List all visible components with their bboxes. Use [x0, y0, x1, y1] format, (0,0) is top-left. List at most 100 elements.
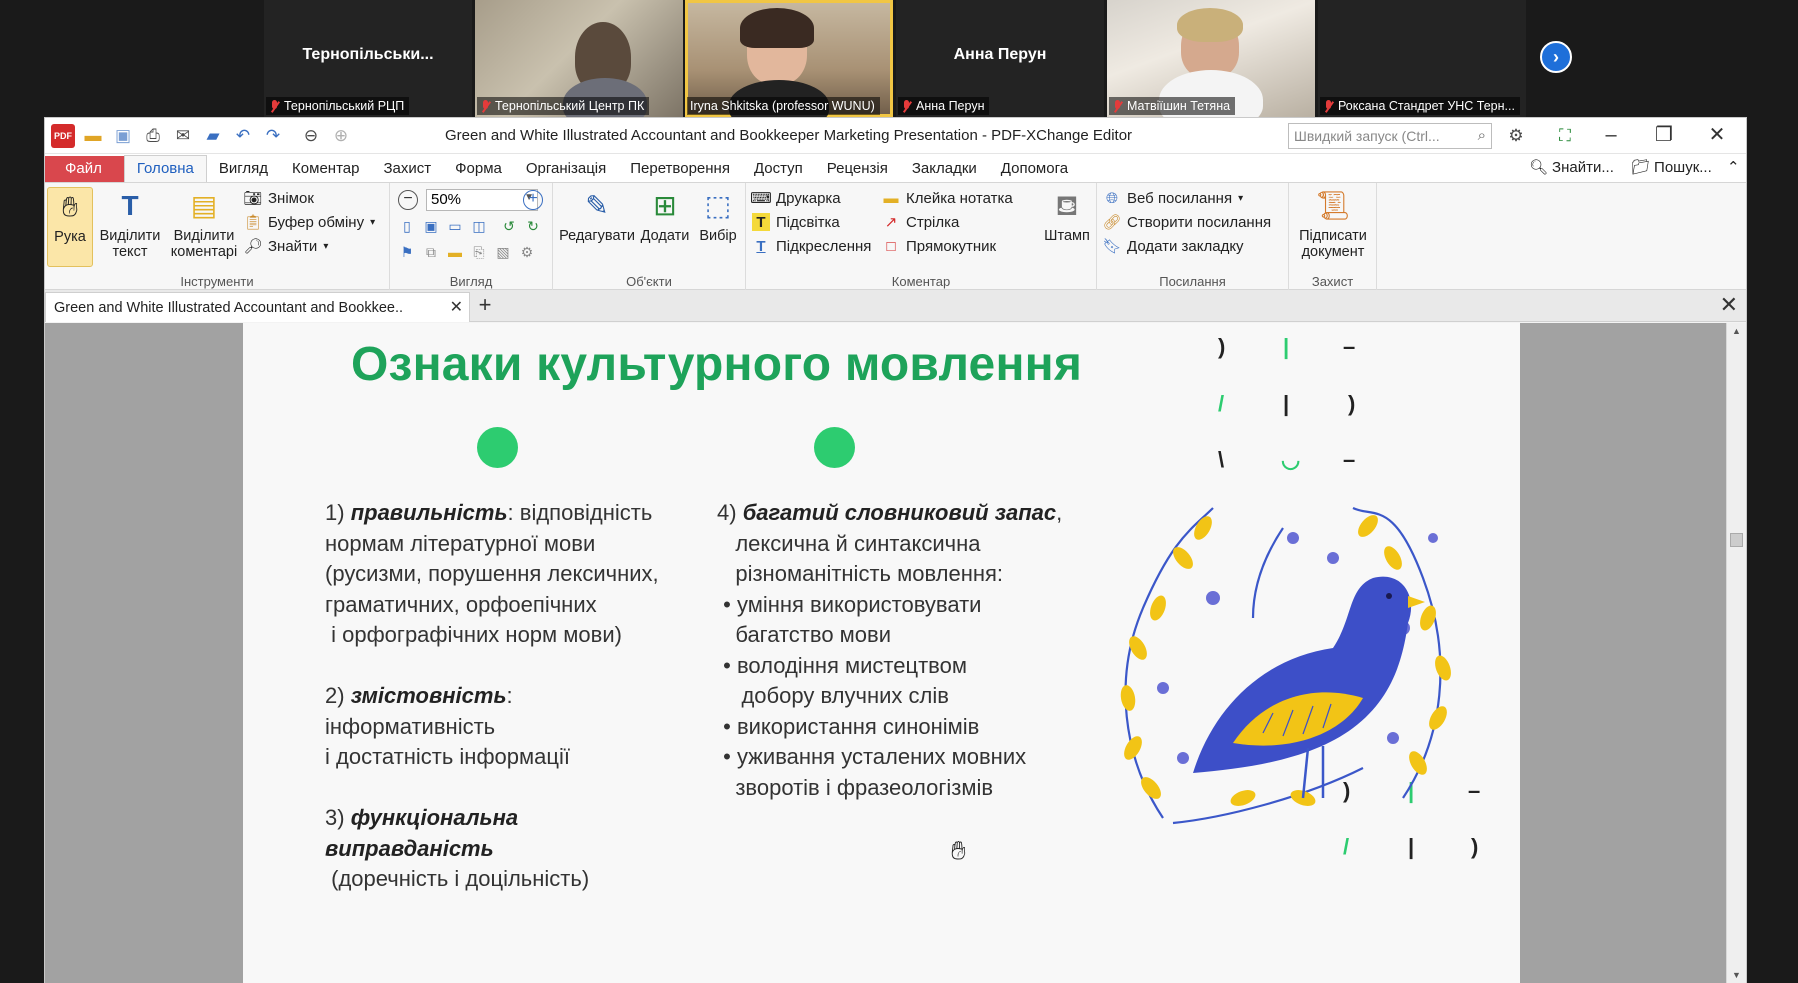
fullscreen-icon[interactable]: ⛶ — [1553, 124, 1577, 148]
restore-button[interactable]: ❐ — [1644, 124, 1684, 148]
typewriter-button[interactable]: ⌨ Друкарка — [750, 189, 840, 208]
mic-muted-icon — [1323, 99, 1335, 113]
tab-help[interactable]: Допомога — [989, 156, 1080, 182]
participant-tile[interactable]: Тернопільський Центр ПК — [475, 0, 683, 117]
select-comments-button[interactable]: ▤ Виділити коментарі — [165, 187, 243, 261]
settings-icon[interactable]: ⚙ — [1504, 124, 1528, 148]
bullet-item: уживання усталених мовних — [736, 744, 1027, 769]
zoom-select[interactable]: 50% ▼ — [426, 189, 538, 211]
chevron-right-icon[interactable]: › — [1540, 41, 1572, 73]
item-text: : відповідність — [507, 500, 653, 525]
sign-label-1: Підписати — [1299, 228, 1367, 244]
underline-button[interactable]: T Підкреслення — [752, 237, 871, 255]
web-links-button[interactable]: 🌐︎ Веб посилання ▾ — [1103, 189, 1243, 207]
tab-convert[interactable]: Перетворення — [618, 156, 742, 182]
actual-size-icon[interactable]: ▯ — [398, 217, 416, 235]
stamp-button[interactable]: ⛾ Штамп — [1040, 187, 1094, 245]
rotate-right-icon[interactable]: ↻ — [524, 217, 542, 235]
find-button[interactable]: 🔍︎ Знайти... — [1529, 158, 1614, 177]
vertical-scrollbar[interactable]: ▲ ▼ — [1726, 323, 1746, 983]
tab-file[interactable]: Файл — [45, 156, 124, 182]
participant-tile[interactable]: Роксана Стандрет УНС Терн... — [1318, 0, 1526, 117]
hand-tool-button[interactable]: ✋︎ Рука — [47, 187, 93, 267]
item-line: (русизми, порушення лексичних, — [325, 561, 659, 586]
tab-protect[interactable]: Захист — [371, 156, 443, 182]
pdf-page[interactable]: Ознаки культурного мовлення 1) правильні… — [243, 323, 1520, 983]
new-tab-icon[interactable]: + — [473, 294, 497, 318]
redo-icon[interactable]: ↷ — [261, 124, 285, 148]
select-button[interactable]: ⬚ Вибір — [693, 187, 743, 245]
find-icon: 🔍︎ — [1529, 159, 1549, 176]
scroll-up-icon[interactable]: ▲ — [1727, 323, 1746, 339]
tab-view[interactable]: Вигляд — [207, 156, 280, 182]
scan-icon[interactable]: ▰ — [201, 124, 225, 148]
document-viewport[interactable]: Ознаки культурного мовлення 1) правильні… — [45, 323, 1746, 983]
comments-icon[interactable]: ▬ — [446, 243, 464, 261]
zoom-in-icon[interactable]: + — [523, 190, 543, 210]
ribbon-group-links: 🌐︎ Веб посилання ▾ 🔗︎ Створити посилання 🔖︎… — [1097, 183, 1289, 291]
tab-review[interactable]: Рецензія — [815, 156, 900, 182]
participant-tile[interactable]: Анна Перун Анна Перун — [896, 0, 1104, 117]
app-logo-icon[interactable]: PDF — [51, 123, 75, 148]
signatures-icon[interactable]: ▧ — [494, 243, 512, 261]
highlight-button[interactable]: T Підсвітка — [752, 213, 840, 231]
tab-organize[interactable]: Організація — [514, 156, 618, 182]
create-link-button[interactable]: 🔗︎ Створити посилання — [1102, 213, 1271, 232]
stamp-label: Штамп — [1044, 228, 1090, 244]
fit-page-icon[interactable]: ▣ — [422, 217, 440, 235]
add-button[interactable]: ⊞ Додати — [639, 187, 691, 245]
save-icon[interactable]: ▣ — [111, 124, 135, 148]
attachment-icon[interactable]: ⎘ — [470, 243, 488, 261]
clipboard-button[interactable]: 📋︎ Буфер обміну ▾ — [243, 213, 375, 232]
close-document-icon[interactable]: ✕ — [1720, 294, 1738, 316]
mic-muted-icon — [480, 99, 492, 113]
search-icon[interactable]: ⌕ — [1478, 127, 1486, 144]
collapse-ribbon-icon[interactable]: ⌃ — [1727, 158, 1740, 176]
rectangle-button[interactable]: □ Прямокутник — [882, 237, 996, 255]
page-settings-icon[interactable]: ⚙ — [518, 243, 536, 261]
participant-tile[interactable]: Матвіїшин Тетяна — [1107, 0, 1315, 117]
tab-form[interactable]: Форма — [443, 156, 514, 182]
minimize-button[interactable]: – — [1591, 124, 1631, 148]
close-icon[interactable]: ✕ — [450, 297, 463, 317]
rotate-left-icon[interactable]: ↺ — [500, 217, 518, 235]
select-text-button[interactable]: T Виділити текст — [95, 187, 165, 261]
participant-tile[interactable]: Тернопільськи... Тернопільський РЦП — [264, 0, 472, 117]
zoom-out-icon[interactable]: − — [398, 190, 418, 210]
participant-caption: Iryna Shkitska (professor WUNU) — [687, 97, 880, 115]
hand-icon: ✋︎ — [62, 191, 78, 222]
fit-visible-icon[interactable]: ◫ — [470, 217, 488, 235]
title-bar: PDF ▬ ▣ ⎙ ✉ ▰ ↶ ↷ ⊖ ⊕ Green and White Il… — [45, 118, 1746, 154]
tab-bookmarks[interactable]: Закладки — [900, 156, 989, 182]
document-tab-strip: Green and White Illustrated Accountant a… — [45, 290, 1746, 322]
sign-document-button[interactable]: 📜︎ Підписати документ — [1293, 187, 1373, 261]
snapshot-button[interactable]: 📷︎ Знімок — [243, 189, 313, 208]
undo-icon[interactable]: ↶ — [231, 124, 255, 148]
arrow-button[interactable]: ↗ Стрілка — [882, 213, 960, 232]
sticky-note-button[interactable]: ▬ Клейка нотатка — [882, 189, 1013, 207]
bookmark-icon[interactable]: ⚑ — [398, 243, 416, 261]
participant-tile-active-speaker[interactable]: Iryna Shkitska (professor WUNU) — [685, 0, 893, 117]
document-tab[interactable]: Green and White Illustrated Accountant a… — [45, 292, 470, 322]
close-window-button[interactable]: ✕ — [1697, 124, 1737, 148]
scroll-thumb[interactable] — [1730, 533, 1743, 547]
highlight-icon: T — [752, 213, 770, 231]
find-tool-label: Знайти — [268, 237, 318, 255]
open-folder-icon[interactable]: ▬ — [81, 124, 105, 148]
fit-width-icon[interactable]: ▭ — [446, 217, 464, 235]
find-tool-button[interactable]: 🔎︎ Знайти ▾ — [243, 237, 328, 256]
email-icon[interactable]: ✉ — [171, 124, 195, 148]
search-button[interactable]: 📁︎ Пошук... — [1631, 158, 1712, 177]
back-icon[interactable]: ⊖ — [299, 124, 323, 148]
decorative-mark: | — [1283, 334, 1290, 359]
edit-button[interactable]: ✎ Редагувати — [557, 187, 637, 245]
scroll-down-icon[interactable]: ▼ — [1727, 967, 1746, 983]
tab-home[interactable]: Головна — [123, 155, 207, 182]
forward-icon[interactable]: ⊕ — [329, 124, 353, 148]
tab-comment[interactable]: Коментар — [280, 156, 371, 182]
quick-launch-input[interactable]: Швидкий запуск (Ctrl... ⌕ — [1288, 123, 1492, 149]
tab-share[interactable]: Доступ — [742, 156, 815, 182]
pages-icon[interactable]: ⧉ — [422, 243, 440, 261]
print-icon[interactable]: ⎙ — [141, 124, 165, 148]
add-bookmark-button[interactable]: 🔖︎ Додати закладку — [1102, 237, 1243, 256]
